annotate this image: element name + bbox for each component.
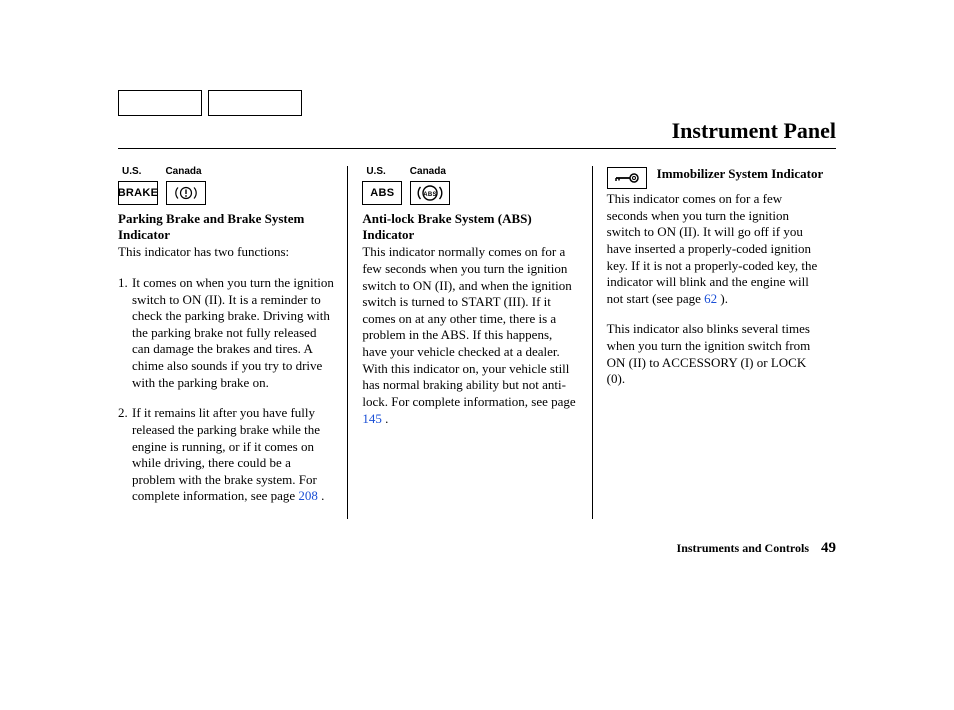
section-heading-abs: Anti-lock Brake System (ABS) Indicator xyxy=(362,211,579,244)
svg-text:ABS: ABS xyxy=(424,192,438,198)
numbered-list: 1. It comes on when you turn the ignitio… xyxy=(118,275,335,505)
abs-body-text: This indicator normally comes on for a f… xyxy=(362,244,579,427)
label-us: U.S. xyxy=(122,166,141,179)
label-us: U.S. xyxy=(366,166,385,179)
brake-canada-icon xyxy=(166,181,206,205)
icons-row: BRAKE xyxy=(118,181,335,205)
placeholder-box-2 xyxy=(208,90,302,116)
column-parking-brake: U.S. Canada BRAKE Parking Brake and Brak… xyxy=(118,166,347,519)
abs-body-suffix: . xyxy=(382,411,389,426)
list-item: 2. If it remains lit after you have full… xyxy=(118,405,335,505)
section-heading-parking-brake: Parking Brake and Brake System Indicator xyxy=(118,211,335,244)
column-immobilizer: Immobilizer System Indicator This indica… xyxy=(592,166,836,519)
abs-canada-icon: ABS xyxy=(410,181,450,205)
footer-section: Instruments and Controls xyxy=(677,541,809,556)
page-link-208[interactable]: 208 xyxy=(298,488,318,503)
content-columns: U.S. Canada BRAKE Parking Brake and Brak… xyxy=(118,166,836,519)
icon-labels-row: U.S. Canada xyxy=(362,166,579,179)
brake-us-icon: BRAKE xyxy=(118,181,158,205)
label-canada: Canada xyxy=(410,166,446,179)
immobilizer-body-1: This indicator comes on for a few second… xyxy=(607,191,824,307)
list-item: 1. It comes on when you turn the ignitio… xyxy=(118,275,335,391)
icons-row: ABS ABS xyxy=(362,181,579,205)
immobilizer-head-wrap: Immobilizer System Indicator xyxy=(607,166,824,189)
page-footer: Instruments and Controls 49 xyxy=(677,540,836,557)
top-placeholder-boxes xyxy=(118,90,302,116)
intro-text: This indicator has two functions: xyxy=(118,244,335,261)
footer-page-number: 49 xyxy=(821,540,836,557)
list-item-text: It comes on when you turn the ignition s… xyxy=(132,275,335,391)
icon-labels-row: U.S. Canada xyxy=(118,166,335,179)
section-heading-immobilizer: Immobilizer System Indicator xyxy=(657,166,824,189)
abs-us-icon: ABS xyxy=(362,181,402,205)
page-link-62[interactable]: 62 xyxy=(704,291,717,306)
title-rule xyxy=(118,148,836,149)
immobilizer-body-2: This indicator also blinks several times… xyxy=(607,321,824,388)
immobilizer-body1-suffix: ). xyxy=(717,291,728,306)
immobilizer-body1-prefix: This indicator comes on for a few second… xyxy=(607,191,818,306)
list-item-suffix: . xyxy=(318,488,325,503)
list-item-text: If it remains lit after you have fully r… xyxy=(132,405,335,505)
page-link-145[interactable]: 145 xyxy=(362,411,382,426)
placeholder-box-1 xyxy=(118,90,202,116)
abs-body-prefix: This indicator normally comes on for a f… xyxy=(362,244,575,409)
label-canada: Canada xyxy=(165,166,201,179)
list-number: 1. xyxy=(118,275,132,391)
column-abs: U.S. Canada ABS ABS Anti-lock Brake Syst… xyxy=(347,166,591,519)
list-number: 2. xyxy=(118,405,132,505)
immobilizer-key-icon xyxy=(607,167,647,189)
page-title: Instrument Panel xyxy=(672,118,836,144)
list-item-prefix: If it remains lit after you have fully r… xyxy=(132,405,320,503)
